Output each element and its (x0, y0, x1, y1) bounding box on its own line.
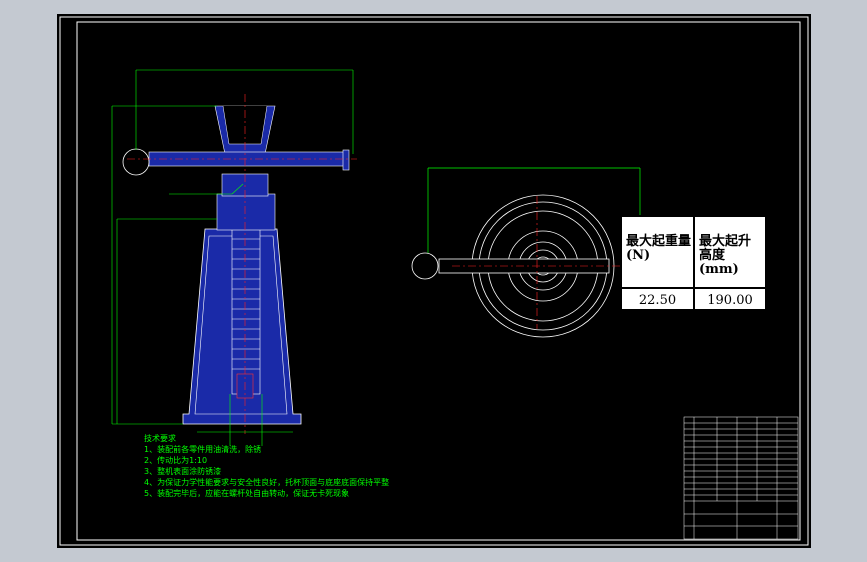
tech-requirement-item: 4、为保证力学性能要求与安全性良好，托杯顶面与底座底面保持平整 (144, 478, 390, 487)
jack-top-view (411, 167, 641, 338)
spec-table: 最大起重量(N) 最大起升高度(mm) 22.50 190.00 (620, 215, 767, 311)
spec-header-load: 最大起重量(N) (621, 216, 694, 288)
spec-value-height: 190.00 (694, 288, 766, 310)
tech-requirement-item: 1、装配前各零件用油清洗，除锈 (144, 445, 262, 454)
jack-front-view (111, 69, 357, 446)
tech-requirement-item: 2、传动比为1:10 (144, 456, 208, 465)
tech-requirements: 技术要求 1、装配前各零件用油清洗，除锈 2、传动比为1:10 3、整机表面涂防… (144, 433, 389, 499)
title-block (683, 416, 799, 540)
tech-requirement-item: 3、整机表面涂防锈漆 (144, 467, 222, 476)
spec-header-height: 最大起升高度(mm) (694, 216, 766, 288)
tech-requirements-title: 技术要求 (144, 434, 176, 443)
spec-value-load: 22.50 (621, 288, 694, 310)
tech-requirement-item: 5、装配完毕后，应能在螺杆处自由转动，保证无卡死现象 (144, 489, 350, 498)
drawing-canvas: 最大起重量(N) 最大起升高度(mm) 22.50 190.00 技术要求 1、… (57, 14, 811, 548)
